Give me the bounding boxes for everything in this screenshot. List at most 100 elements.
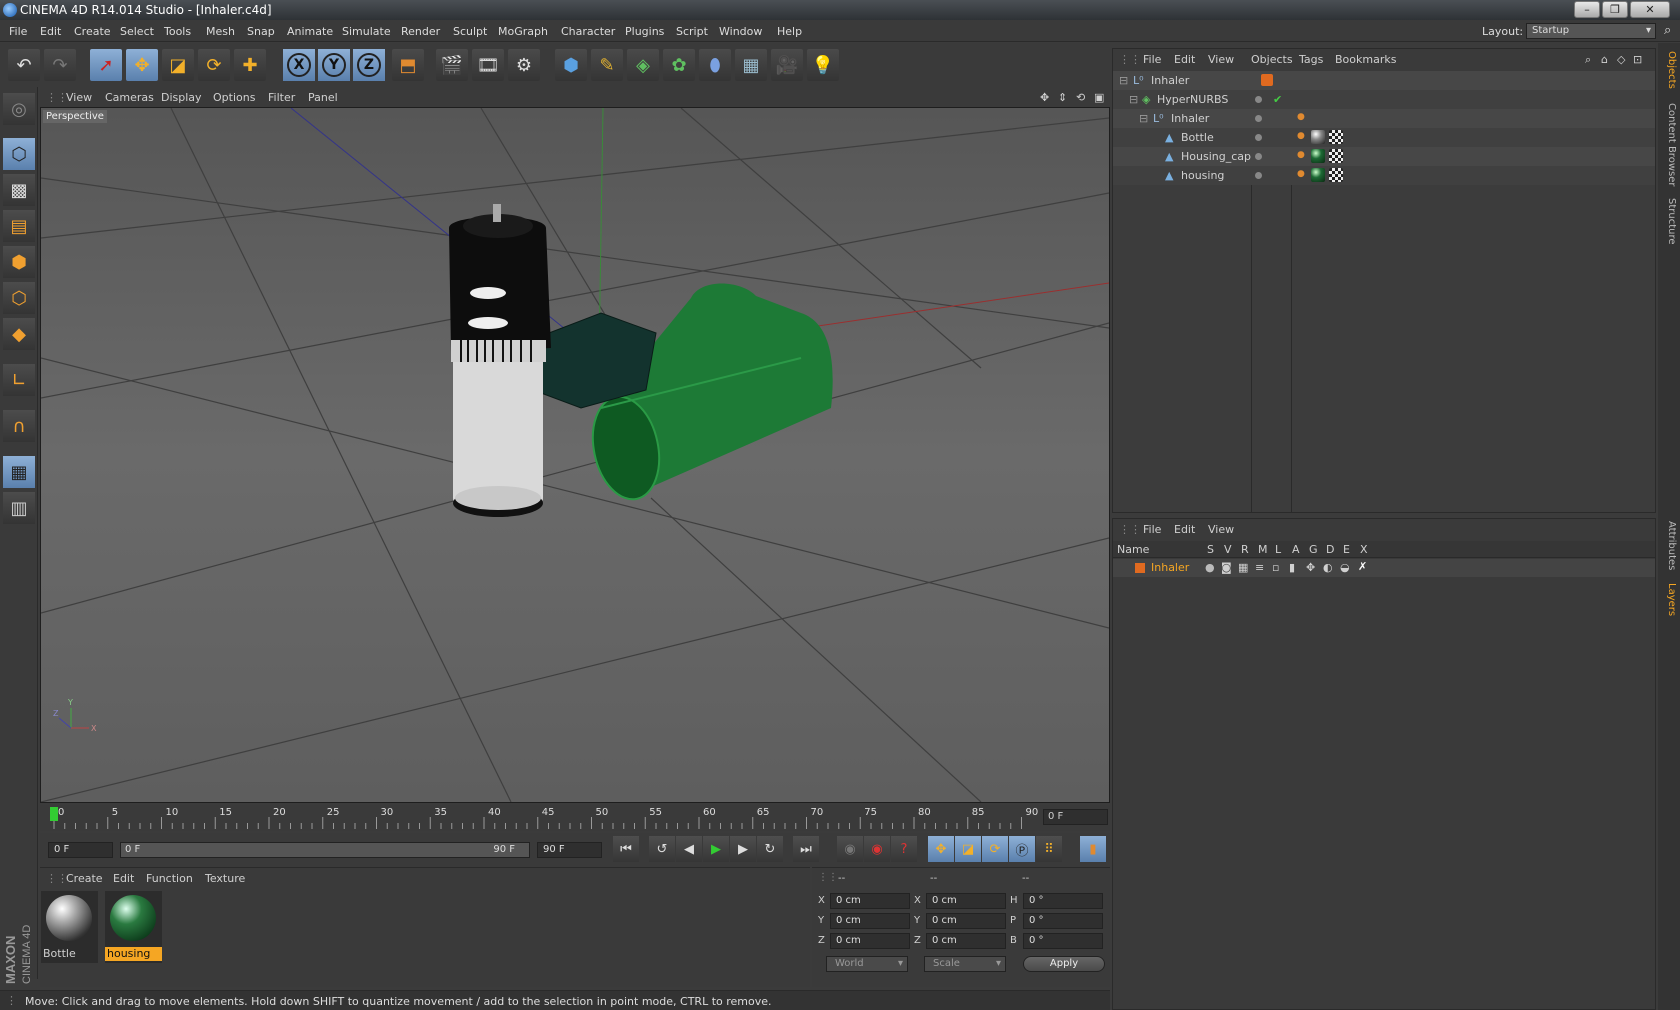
object-row-inhaler-root[interactable]: ⊟ L⁰ Inhaler [1113,71,1655,90]
vp-maximize-icon[interactable]: ▣ [1094,91,1104,104]
material-housing[interactable]: housing [105,891,162,963]
search-icon[interactable]: ⌕ [1664,23,1671,38]
uvw-tag-icon[interactable] [1329,168,1343,182]
material-tag-icon[interactable] [1311,168,1325,182]
obj-menu-file[interactable]: File [1143,53,1161,66]
collapse-icon[interactable]: ⊟ [1139,112,1148,125]
coord-mode-select[interactable]: World ▾ [826,956,908,972]
prev-key-icon[interactable]: ↺ [649,836,675,862]
layer-menu-view[interactable]: View [1208,523,1234,536]
workplane-mode-icon[interactable]: ▤ [3,210,35,242]
locked-icon[interactable]: ▫ [1272,561,1279,574]
expressions-icon[interactable]: ◒ [1340,561,1350,574]
menu-simulate[interactable]: Simulate [342,25,391,38]
bottle-object[interactable] [449,204,551,517]
obj-menu-tags[interactable]: Tags [1299,53,1323,66]
menu-plugins[interactable]: Plugins [625,25,664,38]
object-row-housing[interactable]: ▲ housing ● [1113,166,1655,185]
obj-menu-bookmarks[interactable]: Bookmarks [1335,53,1396,66]
render-icon[interactable]: ▦ [1238,561,1248,574]
timeline-ruler[interactable]: 0 5 10 15 20 25 30 35 40 45 50 55 60 65 70 75 80 85 90 [40,805,1110,831]
timeline-window-icon[interactable]: ▮ [1080,836,1106,862]
enabled-check-icon[interactable]: ✔ [1273,93,1282,106]
snap-magnet-icon[interactable]: ∩ [3,410,35,442]
tab-structure[interactable]: Structure [1661,198,1677,245]
menu-render[interactable]: Render [401,25,440,38]
phong-tag-icon[interactable]: ● [1297,169,1305,179]
scale-icon[interactable]: ◪ [162,49,194,81]
tab-attributes[interactable]: Attributes [1661,521,1677,570]
vp-menu-cameras[interactable]: Cameras [105,91,154,104]
render-picture-viewer-icon[interactable]: 🎞 [472,49,504,81]
phong-tag-icon[interactable]: ● [1297,112,1305,122]
generators-icon[interactable]: ✥ [1306,561,1315,574]
model-mode-icon[interactable]: ⬡ [3,138,35,170]
vp-menu-view[interactable]: View [66,91,92,104]
end-frame-field[interactable]: 90 F [537,842,602,858]
spline-pen-icon[interactable]: ✎ [591,49,623,81]
menu-character[interactable]: Character [561,25,615,38]
coord-size-mode-select[interactable]: Scale ▾ [924,956,1006,972]
menu-script[interactable]: Script [676,25,708,38]
points-mode-icon[interactable]: ⬢ [3,246,35,278]
goto-end-icon[interactable]: ⏭ [793,836,819,862]
rotate-icon[interactable]: ⟳ [198,49,230,81]
render-settings-icon[interactable]: ⚙ [508,49,540,81]
visibility-dot[interactable] [1255,134,1262,141]
move-icon[interactable]: ✥ [126,49,158,81]
camera-icon[interactable]: 🎥 [771,49,803,81]
mat-menu-texture[interactable]: Texture [205,872,245,885]
axis-mode-icon[interactable]: ∟ [3,364,35,396]
next-key-icon[interactable]: ↻ [757,836,783,862]
visible-icon[interactable]: ◙ [1221,561,1232,574]
coord-pos-x-field[interactable]: 0 cm [830,893,910,909]
solo-icon[interactable]: ● [1205,561,1215,574]
vp-menu-panel[interactable]: Panel [308,91,338,104]
add-icon[interactable]: ✚ [234,49,266,81]
mat-menu-function[interactable]: Function [146,872,193,885]
vp-menu-filter[interactable]: Filter [268,91,295,104]
layer-row-inhaler[interactable]: Inhaler ● ◙ ▦ ≡ ▫ ▮ ✥ ◐ ◒ ✗ [1113,559,1655,577]
obj-menu-objects[interactable]: Objects [1251,53,1293,66]
layer-menu-edit[interactable]: Edit [1174,523,1195,536]
array-icon[interactable]: ✿ [663,49,695,81]
cube-icon[interactable]: ⬢ [555,49,587,81]
menu-mograph[interactable]: MoGraph [498,25,548,38]
keyframe-selection-icon[interactable]: ? [891,836,917,862]
make-editable-icon[interactable]: ◎ [3,93,35,125]
manager-icon[interactable]: ≡ [1255,561,1264,574]
menu-select[interactable]: Select [120,25,154,38]
coord-size-z-field[interactable]: 0 cm [926,933,1006,949]
coord-rot-h-field[interactable]: 0 ° [1023,893,1103,909]
animation-icon[interactable]: ▮ [1289,561,1295,574]
material-bottle[interactable]: Bottle [41,891,98,963]
uvw-tag-icon[interactable] [1329,149,1343,163]
workplane-lock-icon[interactable]: ▦ [3,456,35,488]
tab-objects[interactable]: Objects [1661,51,1677,89]
coord-rot-b-field[interactable]: 0 ° [1023,933,1103,949]
layout-select[interactable]: Startup ▾ [1526,23,1656,39]
menu-window[interactable]: Window [719,25,762,38]
x-axis-icon[interactable]: X [283,49,315,81]
texture-mode-icon[interactable]: ▩ [3,174,35,206]
coordinate-system-icon[interactable]: ⬒ [392,49,424,81]
subdivision-icon[interactable]: ◈ [627,49,659,81]
menu-snap[interactable]: Snap [247,25,275,38]
menu-help[interactable]: Help [777,25,802,38]
key-parameter-icon[interactable]: Ⓟ [1009,836,1035,862]
uvw-tag-icon[interactable] [1329,130,1343,144]
xref-icon[interactable]: ✗ [1358,560,1367,573]
object-row-inhaler-group[interactable]: ⊟ L⁰ Inhaler ● [1113,109,1655,128]
light-icon[interactable]: 💡 [807,49,839,81]
menu-file[interactable]: File [9,25,27,38]
obj-menu-view[interactable]: View [1208,53,1234,66]
menu-edit[interactable]: Edit [40,25,61,38]
key-rotation-icon[interactable]: ⟳ [982,836,1008,862]
tab-layers[interactable]: Layers [1661,583,1677,616]
object-row-hypernurbs[interactable]: ⊟ ◈ HyperNURBS ✔ [1113,90,1655,109]
polygons-mode-icon[interactable]: ◆ [3,318,35,350]
home-icon[interactable]: ⌂ [1601,53,1608,66]
up-icon[interactable]: ◇ [1617,53,1625,66]
coord-size-y-field[interactable]: 0 cm [926,913,1006,929]
vp-move-icon[interactable]: ✥ [1040,91,1049,104]
